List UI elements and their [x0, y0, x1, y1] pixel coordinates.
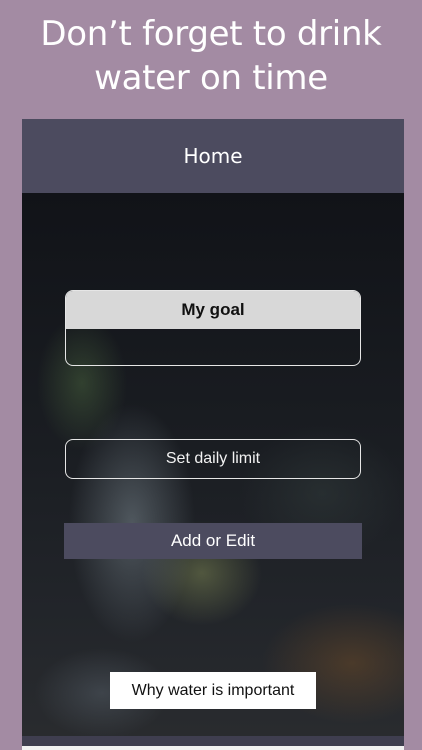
- goal-card: My goal: [65, 290, 361, 366]
- tab-bar-divider: [22, 746, 404, 750]
- why-water-important-button[interactable]: Why water is important: [110, 672, 316, 709]
- goal-card-title: My goal: [66, 291, 360, 329]
- page-title: Home: [183, 144, 243, 168]
- add-or-edit-button[interactable]: Add or Edit: [64, 523, 362, 559]
- nav-bar: Home: [22, 119, 404, 193]
- set-daily-limit-button[interactable]: Set daily limit: [65, 439, 361, 479]
- promo-line-2: water on time: [94, 58, 328, 98]
- phone-screen: Home My goal Set daily limit Add or Edit…: [22, 119, 404, 750]
- goal-value: [66, 329, 360, 365]
- promo-headline: Don’t forget to drink water on time: [0, 12, 422, 100]
- promo-line-1: Don’t forget to drink: [40, 14, 382, 54]
